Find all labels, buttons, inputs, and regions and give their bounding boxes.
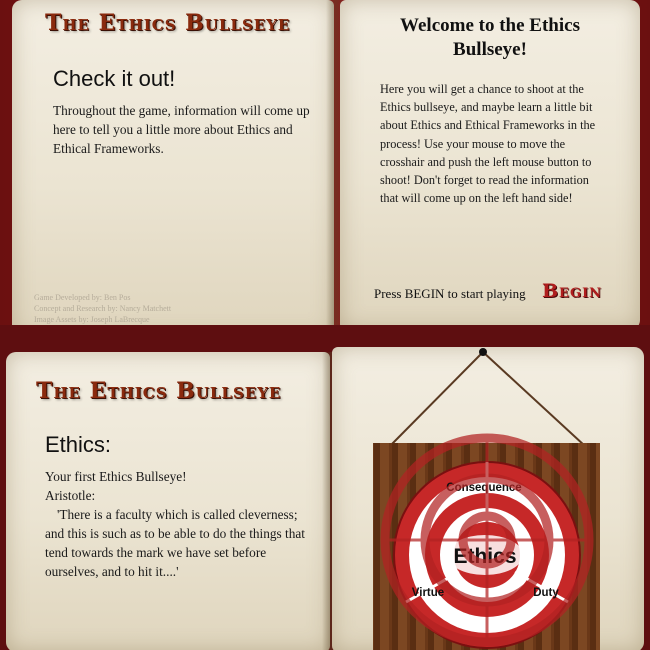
credit-developer: Game Developed by: Ben Pos — [34, 293, 131, 302]
crosshair-icon[interactable] — [380, 433, 594, 647]
begin-button[interactable]: Begin — [542, 280, 602, 302]
intro-right-page: Welcome to the Ethics Bullseye! Here you… — [340, 0, 640, 325]
welcome-body: Here you will get a chance to shoot at t… — [380, 82, 596, 206]
info-body: Throughout the game, information will co… — [53, 103, 310, 156]
nail — [479, 348, 487, 356]
info-heading: Check it out! — [53, 66, 176, 91]
credit-research: Concept and Research by: Nancy Matchett — [34, 304, 172, 313]
game-logo: The Ethics Bullseye — [45, 10, 291, 36]
welcome-title: Welcome to the Ethics Bullseye! — [400, 15, 580, 60]
hanging-string-right — [482, 351, 586, 447]
game-book-spread: The Ethics Bullseye Ethics: Your first E… — [0, 325, 650, 650]
credit-images: Image Assets by: Joseph LaBrecque — [34, 315, 150, 324]
intro-book-spread: The Ethics Bullseye Check it out! Throug… — [0, 0, 650, 325]
target-left-label: Virtue — [412, 587, 444, 599]
target-area[interactable]: Ethics Consequence Virtue Duty — [0, 325, 650, 650]
hanging-string-left — [389, 351, 484, 447]
press-begin-hint: Press BEGIN to start playing — [374, 286, 526, 301]
intro-left-page: The Ethics Bullseye Check it out! Throug… — [12, 0, 334, 325]
target-right-label: Duty — [533, 587, 559, 599]
credits: Game Developed by: Ben Pos Concept and R… — [34, 292, 171, 325]
